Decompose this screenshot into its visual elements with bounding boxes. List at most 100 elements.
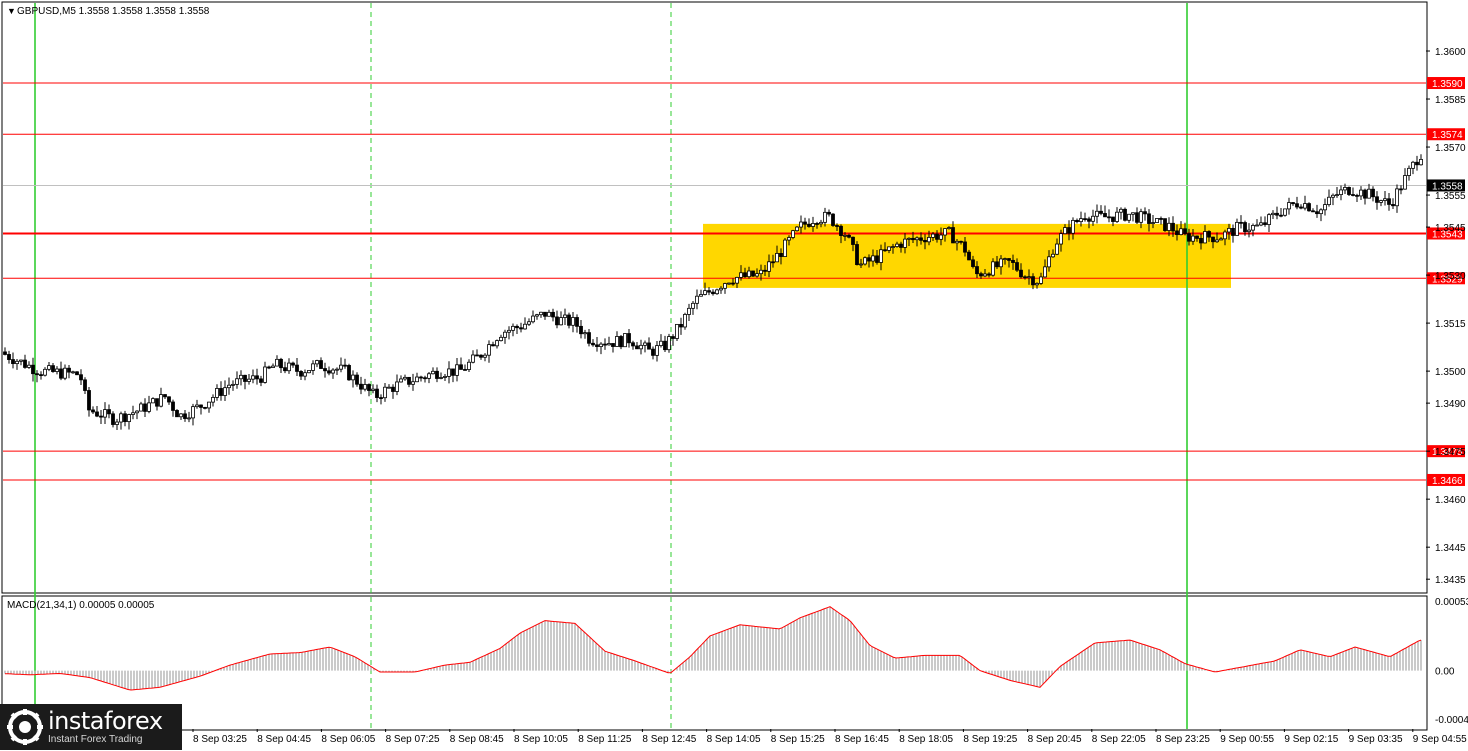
candle-bull [563,314,567,318]
candle-bull [615,336,619,347]
time-tick-label-12: 8 Sep 18:05 [899,734,953,745]
candle-bull [735,277,739,284]
candle-bear [67,367,71,373]
price-tick-label-2: 1.3570 [1435,143,1466,154]
candle-bear [979,273,983,277]
candle-bull [1127,213,1131,221]
time-tick-label-10: 8 Sep 15:25 [771,734,825,745]
candle-bull [1267,214,1271,225]
candle-bear [1347,187,1351,195]
candle-bull [983,273,987,277]
level-tag-label-5: 1.3466 [1432,476,1463,487]
chart-canvas[interactable]: 1.35901.35741.35431.35291.34751.34661.35… [0,0,1468,750]
candle-bull [723,283,727,289]
macd-tick-label-1: 0.00 [1435,667,1455,678]
candle-bear [1163,218,1167,231]
candle-bull [187,417,191,420]
candle-bear [935,233,939,240]
candle-bull [439,377,443,379]
candle-bear [107,409,111,415]
candle-bull [207,401,211,409]
chart-header: GBPUSD,M5 1.3558 1.3558 1.3558 1.3558 [17,6,210,17]
candle-bull [371,388,375,391]
candle-bear [23,359,27,368]
candle-bear [1075,219,1079,223]
candle-bear [75,371,79,376]
candle-bear [551,311,555,318]
candle-bear [827,211,831,215]
candle-bear [391,386,395,392]
candle-bear [1315,211,1319,215]
candle-bear [7,354,11,360]
candle-bull [1379,200,1383,203]
candle-bull [999,258,1003,268]
candle-bull [127,414,131,423]
candle-bull [211,397,215,403]
candle-bull [791,230,795,238]
candle-bear [31,364,35,375]
candle-bull [311,363,315,371]
candle-bull [823,211,827,223]
candle-bull [395,381,399,392]
candle-bull [955,240,959,244]
candle-bear [847,234,851,238]
candle-bull [879,249,883,263]
macd-tick-label-2: -0.00042 [1435,715,1468,726]
candle-bear [1171,222,1175,232]
candle-bull [411,381,415,385]
candle-bull [531,315,535,323]
candle-bull [427,373,431,379]
candle-bull [1255,224,1259,227]
candle-bull [71,371,75,374]
candle-bull [559,317,563,326]
level-tag-label-1: 1.3574 [1432,130,1463,141]
candle-bull [819,221,823,225]
candle-bull [235,378,239,385]
candle-bear [1019,269,1023,278]
candle-bull [655,345,659,356]
time-tick-label-2: 8 Sep 04:45 [257,734,311,745]
candle-bear [459,364,463,370]
candle-bear [1239,221,1243,224]
candle-bear [1399,188,1403,191]
candle-bear [1199,238,1203,244]
candle-bear [283,367,287,372]
candle-bull [571,317,575,326]
candle-bear [663,340,667,351]
candle-bull [747,270,751,278]
candle-bear [3,351,7,355]
time-tick-label-16: 8 Sep 23:25 [1156,734,1210,745]
candle-bull [1251,225,1255,231]
candle-bear [627,333,631,344]
candle-bull [799,221,803,228]
candle-bear [519,327,523,330]
candle-bull [1331,194,1335,198]
candle-bear [867,257,871,262]
main-panel [1,1,1428,594]
time-tick-label-19: 9 Sep 03:35 [1349,734,1403,745]
candle-bull [903,238,907,248]
candle-bull [403,376,407,380]
time-tick-label-8: 8 Sep 12:45 [642,734,696,745]
candle-bull [447,368,451,377]
candle-bear [963,241,967,253]
candle-bull [443,375,447,378]
candle-bull [1419,158,1423,166]
candle-bull [47,365,51,370]
candle-bull [643,342,647,346]
candle-bull [1327,196,1331,205]
candle-bear [11,359,15,365]
candle-bull [1283,208,1287,216]
candle-bear [1159,218,1163,220]
candle-bull [1215,239,1219,243]
candle-bull [287,362,291,372]
candle-bull [179,413,183,418]
candle-bear [763,269,767,272]
candle-bear [291,362,295,366]
candle-bear [591,342,595,346]
candle-bear [543,311,547,317]
candle-bear [143,403,147,412]
candle-bear [91,409,95,413]
candle-bull [1367,188,1371,199]
candle-bull [471,354,475,363]
